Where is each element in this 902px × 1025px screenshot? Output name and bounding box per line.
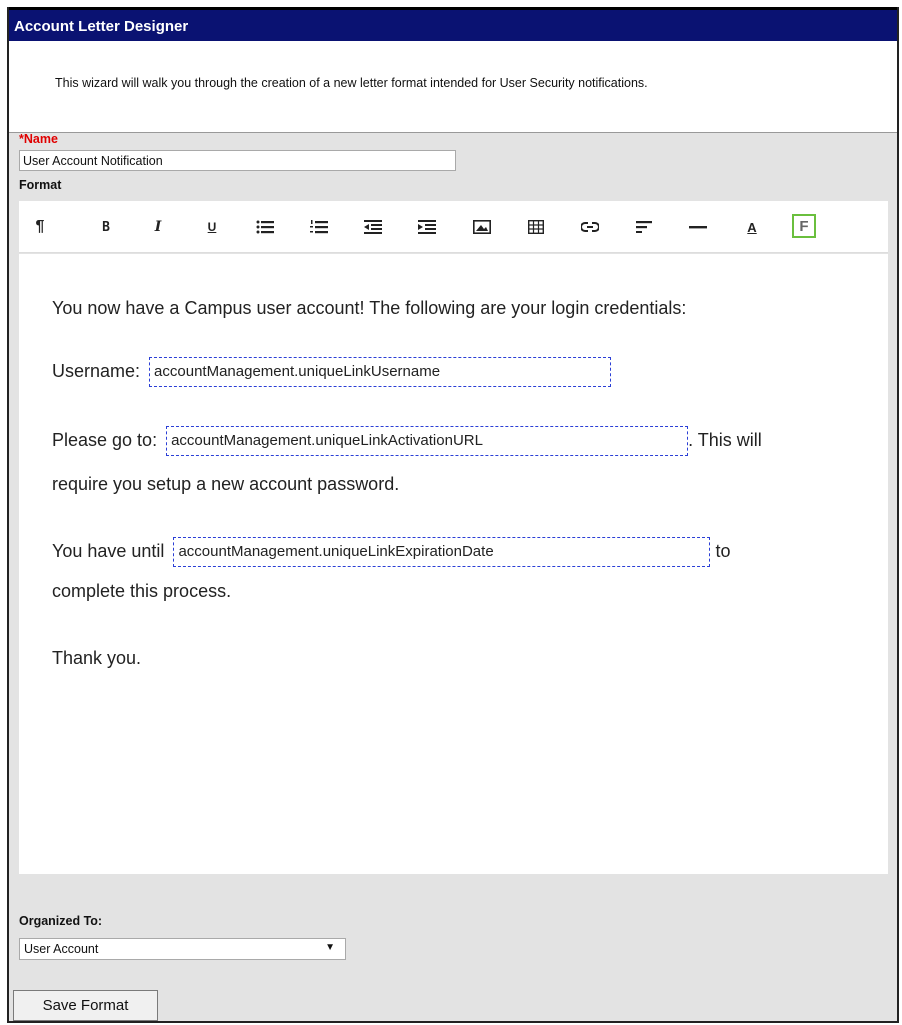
paragraph-icon[interactable]: ¶ (29, 216, 51, 238)
save-format-button[interactable]: Save Format (13, 990, 158, 1021)
editor-line-intro: You now have a Campus user account! The … (52, 298, 687, 318)
format-label: Format (19, 178, 62, 192)
editor-line-expiration-2: complete this process. (52, 581, 232, 601)
organized-to-value: User Account (24, 942, 99, 956)
until-suffix: to (715, 541, 731, 561)
goto-label: Please go to: (52, 430, 158, 450)
bullet-list-icon[interactable] (254, 216, 276, 238)
panel-title: Account Letter Designer (14, 18, 189, 35)
name-input[interactable] (19, 150, 456, 171)
activation-field-token[interactable]: accountManagement.uniqueLinkActivationUR… (166, 426, 689, 457)
username-label: Username: (52, 361, 141, 381)
horizontal-rule-icon[interactable] (687, 216, 709, 238)
editor-line-thanks: Thank you. (52, 648, 142, 668)
editor-line-activation-2: require you setup a new account password… (52, 474, 400, 494)
table-icon[interactable] (525, 216, 547, 238)
letter-designer-panel: Account Letter Designer This wizard will… (7, 7, 899, 1023)
intro-box: This wizard will walk you through the cr… (9, 41, 897, 133)
goto-suffix: . This will (688, 430, 762, 450)
dropdown-arrow-icon: ▼ (325, 942, 335, 953)
organized-to-label: Organized To: (19, 914, 103, 928)
editor-line-username: Username: accountManagement.uniqueLinkUs… (52, 357, 612, 388)
expiration-field-token[interactable]: accountManagement.uniqueLinkExpirationDa… (173, 537, 711, 568)
editor-line-activation: Please go to: accountManagement.uniqueLi… (52, 426, 762, 457)
letter-editor[interactable]: You now have a Campus user account! The … (19, 254, 888, 874)
field-insert-icon[interactable]: F (792, 214, 816, 238)
editor-line-expiration: You have until accountManagement.uniqueL… (52, 537, 731, 568)
outdent-icon[interactable] (362, 216, 384, 238)
name-label: *Name (19, 132, 58, 146)
panel-header: Account Letter Designer (9, 7, 897, 41)
underline-icon[interactable]: U (201, 216, 223, 238)
organized-to-select[interactable]: User Account ▼ (19, 938, 346, 960)
italic-icon[interactable]: I (147, 216, 169, 238)
font-color-icon[interactable]: A (741, 216, 763, 238)
username-field-token[interactable]: accountManagement.uniqueLinkUsername (149, 357, 612, 388)
indent-icon[interactable] (416, 216, 438, 238)
intro-text: This wizard will walk you through the cr… (55, 76, 648, 90)
numbered-list-icon[interactable] (308, 216, 330, 238)
editor-toolbar: ¶ B I U A F (19, 201, 888, 253)
bold-icon[interactable]: B (95, 216, 117, 238)
link-icon[interactable] (579, 216, 601, 238)
image-icon[interactable] (471, 216, 493, 238)
until-label: You have until (52, 541, 165, 561)
name-label-text: Name (23, 132, 58, 146)
align-left-icon[interactable] (633, 216, 655, 238)
